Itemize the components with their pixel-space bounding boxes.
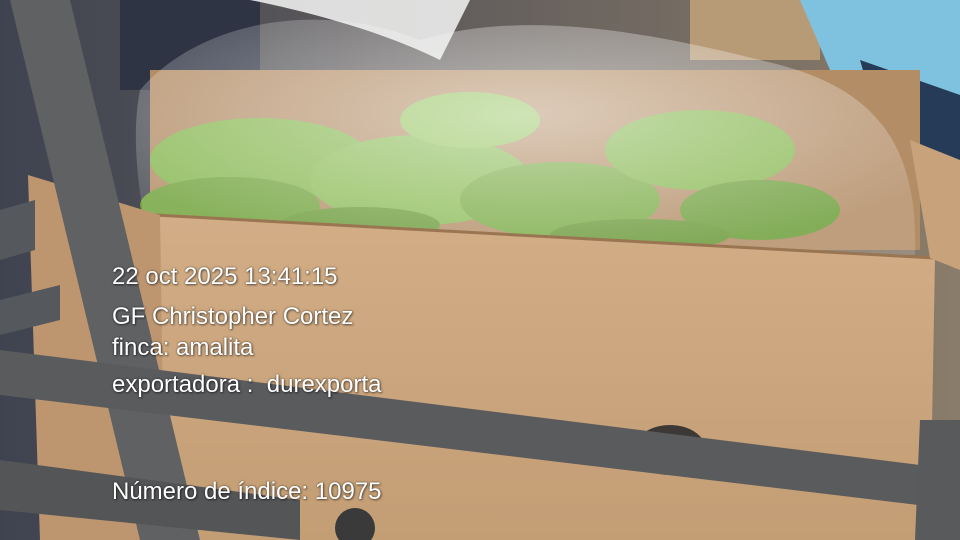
timestamp-text: 22 oct 2025 13:41:15	[112, 263, 338, 290]
user-name-text: GF Christopher Cortez	[112, 303, 354, 330]
index-number-text: Número de índice: 10975	[112, 478, 382, 505]
exportadora-text: exportadora : durexporta	[112, 371, 382, 398]
finca-text: finca: amalita	[112, 334, 254, 361]
